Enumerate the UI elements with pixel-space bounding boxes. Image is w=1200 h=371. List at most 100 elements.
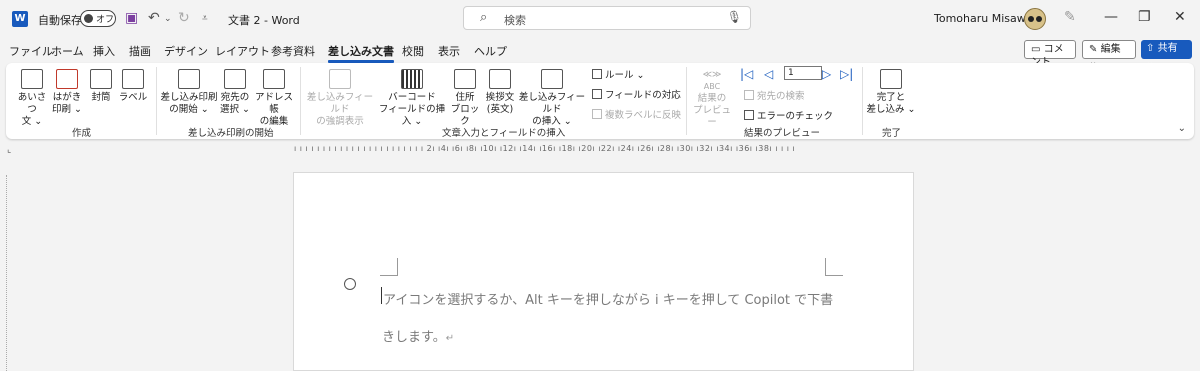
tab-view[interactable]: 表示 <box>438 43 460 59</box>
undo-dropdown-icon[interactable]: ⌄ <box>164 14 172 24</box>
labels-button[interactable]: ラベル <box>118 69 148 104</box>
insert-merge-field-button[interactable]: 差し込みフィールド の挿入 ⌄ <box>518 69 586 128</box>
group-divider <box>862 67 863 135</box>
horizontal-ruler[interactable]: ı ı ı ı ı ı ı ı ı ı ı ı ı ı ı ı ı ı ı ı … <box>294 144 834 156</box>
tab-help[interactable]: ヘルプ <box>474 43 507 59</box>
edit-list-label-1: アドレス帳 <box>254 92 293 115</box>
postcard-print-button[interactable]: はがき 印刷 ⌄ <box>50 69 84 116</box>
group-label-write-insert: 文章入力とフィールドの挿入 <box>442 128 566 139</box>
envelope-icon <box>90 69 112 89</box>
greeting-line-label-1: 挨拶文 <box>485 92 515 103</box>
copilot-hint-line-1: アイコンを選択するか、Alt キーを押しながら i キーを押して Copilot… <box>383 293 834 308</box>
finish-label-2: 差し込み ⌄ <box>866 104 916 115</box>
check-errors-icon <box>744 110 754 120</box>
greeting-line-button[interactable]: 挨拶文 (英文) <box>482 69 518 116</box>
avatar[interactable] <box>1024 8 1046 30</box>
pen-icon[interactable]: ✎ <box>1064 9 1076 25</box>
envelope-greeting-button[interactable]: あいさつ 文 ⌄ <box>14 69 50 128</box>
rules-button[interactable]: ルール ⌄ <box>592 67 645 81</box>
tab-design[interactable]: デザイン <box>164 43 208 59</box>
avatar-eye-right <box>1036 16 1042 22</box>
finish-merge-button[interactable]: 完了と 差し込み ⌄ <box>866 69 916 116</box>
group-divider <box>300 67 301 135</box>
edit-mode-button[interactable]: ✎ 編集 ⌄ <box>1082 40 1136 68</box>
group-label-create: 作成 <box>72 128 92 139</box>
search-box[interactable]: ⌕ 検索 🎙 <box>463 6 751 30</box>
postcard-icon <box>56 69 78 89</box>
edit-recipient-list-button[interactable]: アドレス帳 の編集 <box>252 69 296 128</box>
previous-record-icon[interactable]: ◁ <box>764 67 773 81</box>
customize-qat-icon[interactable]: ⩡ <box>202 13 208 24</box>
microphone-icon[interactable]: 🎙 <box>727 10 742 24</box>
recipients-label-1: 宛先の <box>220 92 250 103</box>
tab-insert[interactable]: 挿入 <box>93 43 115 59</box>
copilot-icon[interactable] <box>344 278 356 290</box>
greeting-icon <box>21 69 43 89</box>
first-record-icon[interactable]: |◁ <box>740 67 753 81</box>
document-page[interactable]: アイコンを選択するか、Alt キーを押しながら i キーを押して Copilot… <box>293 172 914 371</box>
group-label-finish: 完了 <box>882 128 902 139</box>
search-icon: ⌕ <box>480 10 488 25</box>
minimize-icon[interactable]: — <box>1104 9 1118 25</box>
crop-mark-top-right <box>825 258 843 276</box>
record-number-input[interactable]: 1 <box>784 66 822 80</box>
preview-results-button[interactable]: ≪≫ ABC 結果の プレビュー <box>692 69 732 129</box>
labels-label: ラベル <box>118 92 148 103</box>
barcode-icon <box>401 69 423 89</box>
rules-label: ルール <box>605 70 634 81</box>
group-label-preview: 結果のプレビュー <box>744 128 821 139</box>
match-fields-button[interactable]: フィールドの対応 <box>592 87 681 101</box>
avatar-eye-left <box>1028 16 1034 22</box>
comment-button[interactable]: ▭ コメント <box>1024 40 1076 68</box>
tab-selector-icon[interactable]: ⌞ <box>7 145 11 155</box>
text-cursor <box>381 287 382 304</box>
tab-review[interactable]: 校閲 <box>402 43 424 59</box>
ribbon-collapse-icon[interactable]: ⌄ <box>1178 123 1186 134</box>
title-bar: W 自動保存 オフ ▣ ↶ ⌄ ↻ ⩡ 文書 2 - Word ⌕ 検索 🎙 T… <box>0 0 1200 38</box>
start-mail-merge-button[interactable]: 差し込み印刷 の開始 ⌄ <box>160 69 218 116</box>
select-recipients-button[interactable]: 宛先の 選択 ⌄ <box>218 69 252 116</box>
last-record-icon[interactable]: ▷| <box>840 67 853 81</box>
tab-layout[interactable]: レイアウト <box>215 43 270 59</box>
next-record-icon[interactable]: ▷ <box>822 67 831 81</box>
save-icon[interactable]: ▣ <box>125 10 138 26</box>
tab-draw[interactable]: 描画 <box>129 43 151 59</box>
undo-icon[interactable]: ↶ <box>148 10 160 26</box>
share-button[interactable]: ⇧ 共有 ⌄ <box>1141 40 1192 68</box>
greeting-label-2: 文 ⌄ <box>21 116 43 127</box>
share-icon: ⇧ <box>1146 43 1155 54</box>
user-name[interactable]: Tomoharu Misawa <box>934 12 1032 25</box>
abc-icon: ≪≫ <box>702 70 722 80</box>
address-block-button[interactable]: 住所 ブロック <box>448 69 482 128</box>
check-errors-label: エラーのチェック <box>757 111 834 122</box>
tab-file[interactable]: ファイル <box>9 43 53 59</box>
tab-home[interactable]: ホーム <box>51 43 84 59</box>
group-label-start-merge: 差し込み印刷の開始 <box>188 128 274 139</box>
search-placeholder: 検索 <box>504 14 526 27</box>
finish-merge-icon <box>880 69 902 89</box>
autosave-toggle[interactable]: オフ <box>80 10 116 27</box>
check-errors-button[interactable]: エラーのチェック <box>744 108 833 122</box>
match-fields-icon <box>592 89 602 99</box>
redo-icon[interactable]: ↻ <box>178 10 190 26</box>
tab-mailings[interactable]: 差し込み文書 <box>328 43 394 63</box>
insert-field-icon <box>541 69 563 89</box>
copilot-hint-line-2: きします。↵ <box>382 330 455 345</box>
greeting-line-label-2: (英文) <box>486 104 514 115</box>
highlight-fields-icon <box>329 69 351 89</box>
autosave-state: オフ <box>96 15 115 25</box>
preview-label-2: プレビュー <box>692 105 731 128</box>
close-icon[interactable]: ✕ <box>1174 9 1186 25</box>
barcode-label-1: バーコード <box>388 92 436 103</box>
update-labels-button[interactable]: 複数ラベルに反映 <box>592 107 681 121</box>
tab-references[interactable]: 参考資料 <box>271 43 315 59</box>
barcode-label-2: フィールドの挿入 ⌄ <box>378 104 446 127</box>
envelopes-button[interactable]: 封筒 <box>86 69 116 104</box>
insert-barcode-field-button[interactable]: バーコード フィールドの挿入 ⌄ <box>376 69 448 128</box>
highlight-merge-fields-button[interactable]: 差し込みフィールド の強調表示 <box>304 69 376 128</box>
find-recipient-button[interactable]: 宛先の検索 <box>744 88 805 102</box>
vertical-ruler[interactable] <box>6 175 14 371</box>
restore-icon[interactable]: ❐ <box>1138 9 1151 25</box>
start-merge-icon <box>178 69 200 89</box>
group-divider <box>686 67 687 135</box>
